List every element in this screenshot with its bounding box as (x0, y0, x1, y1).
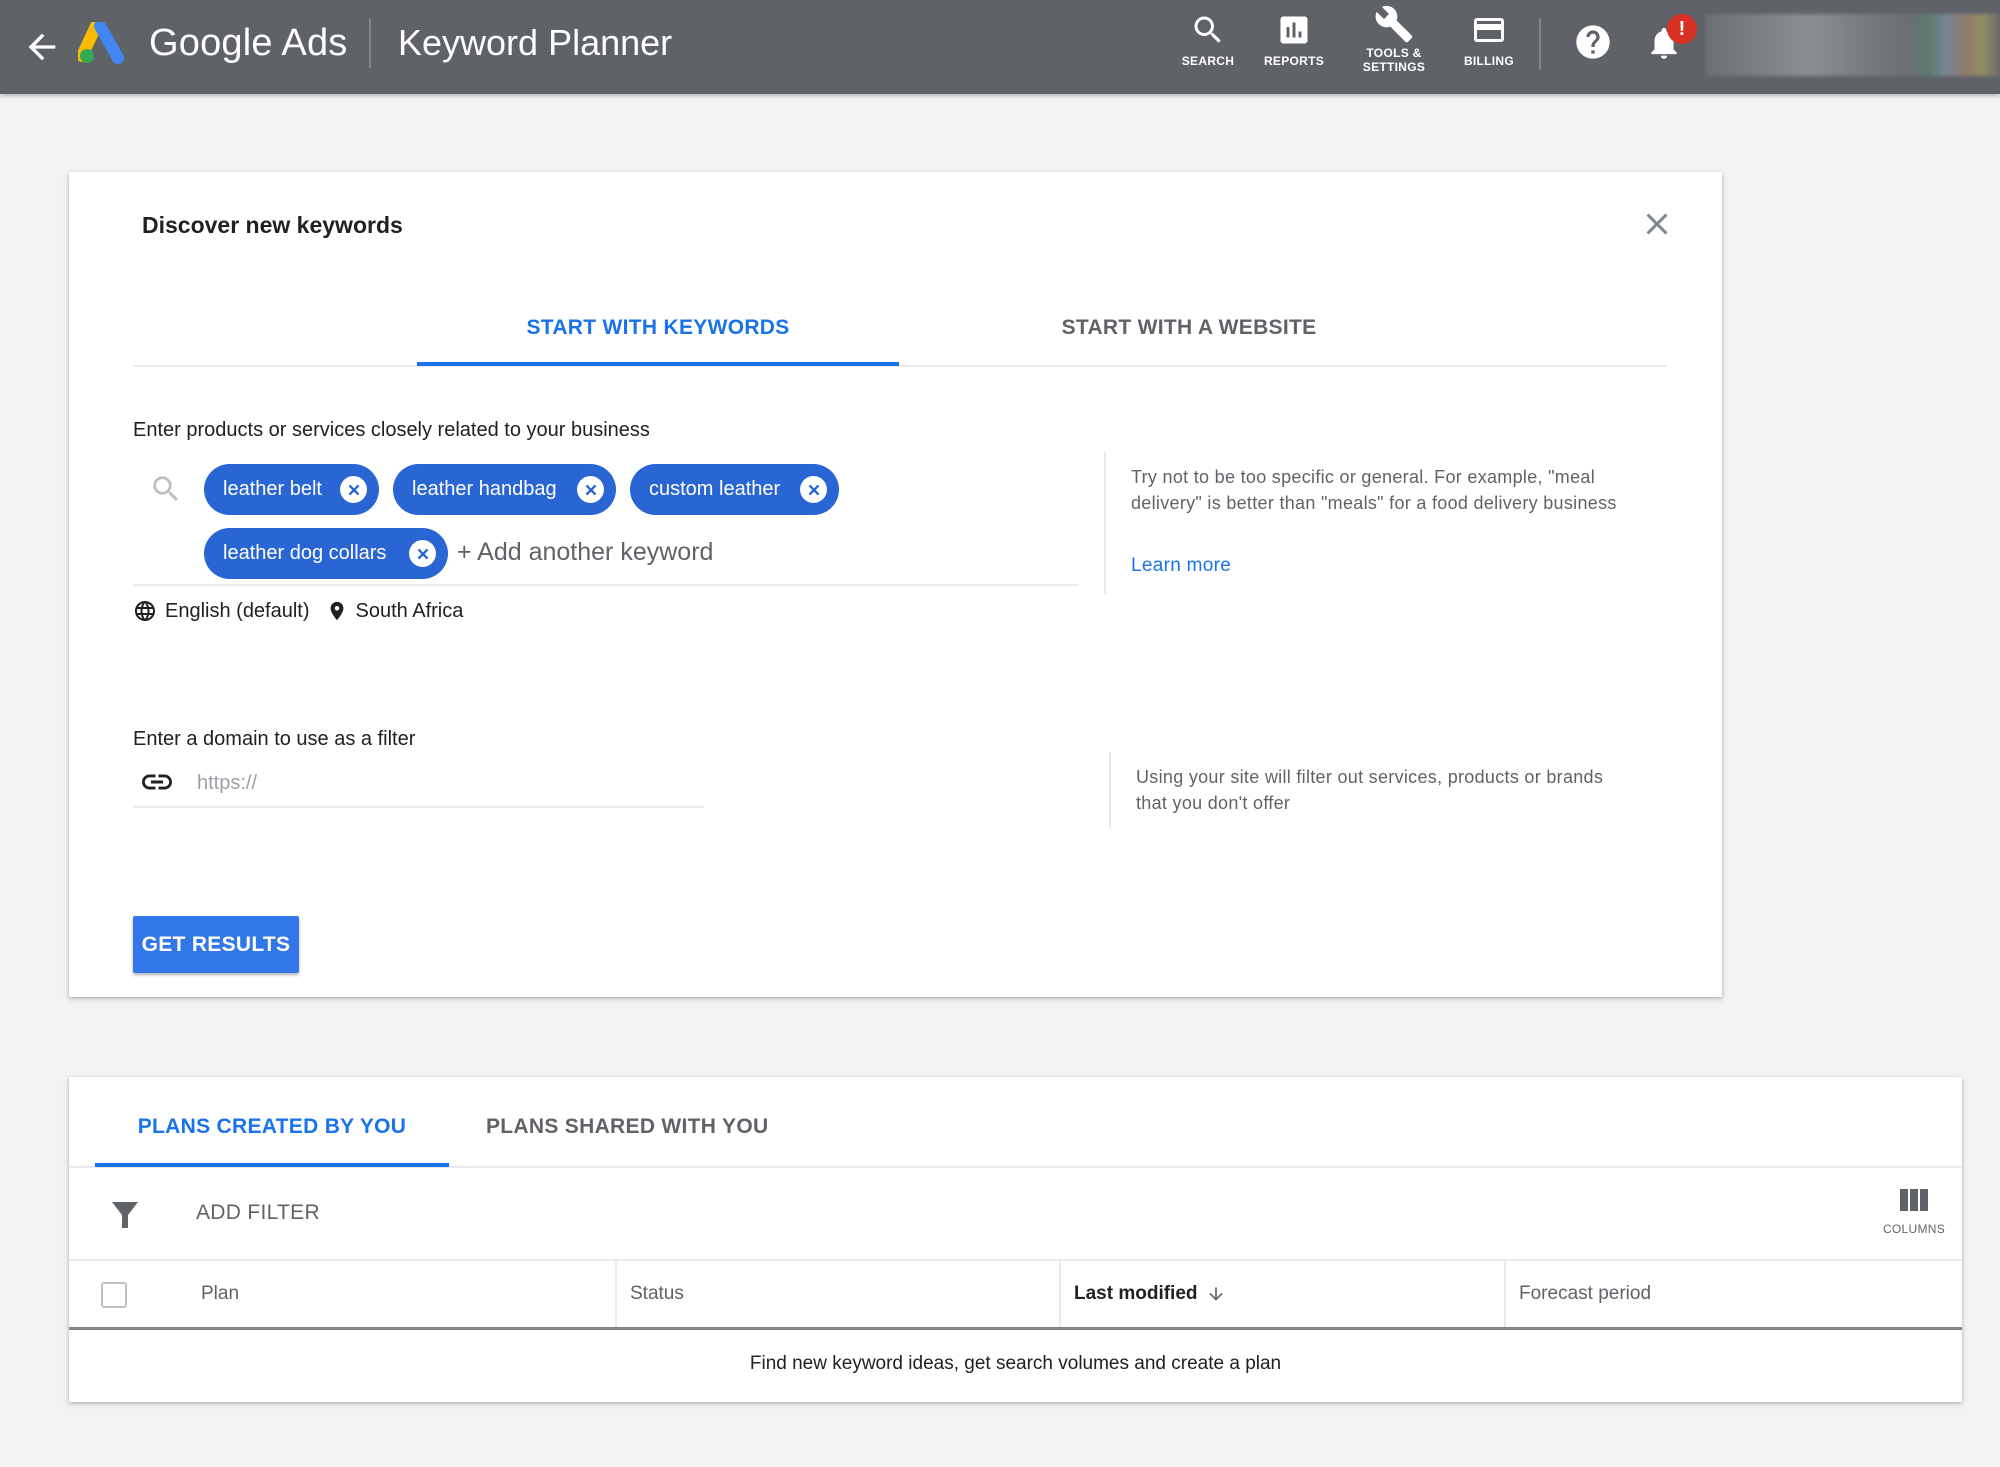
column-header-label: Status (630, 1283, 684, 1304)
nav-search-button[interactable]: SEARCH (1163, 12, 1253, 82)
wrench-icon (1375, 5, 1413, 43)
keyword-input-underline (133, 584, 1079, 586)
notification-badge: ! (1667, 14, 1697, 44)
remove-chip-icon[interactable] (800, 476, 827, 503)
domain-help-text: Using your site will filter out services… (1136, 767, 1604, 813)
select-all-checkbox[interactable] (101, 1282, 127, 1308)
learn-more-link[interactable]: Learn more (1131, 555, 1231, 577)
help-divider (1104, 452, 1106, 594)
plans-card: PLANS CREATED BY YOU PLANS SHARED WITH Y… (69, 1077, 1962, 1402)
column-header-label: Plan (201, 1283, 240, 1304)
tab-plans-shared-with-you[interactable]: PLANS SHARED WITH YOU (469, 1115, 939, 1139)
nav-tools-label-line2: SETTINGS (1362, 60, 1426, 74)
nav-billing-button[interactable]: BILLING (1444, 12, 1534, 82)
table-header-bottom-border (69, 1327, 1962, 1330)
back-arrow-icon[interactable] (22, 27, 62, 67)
account-info-redacted[interactable] (1705, 14, 2000, 76)
reports-icon (1280, 16, 1308, 44)
keyword-chip-label: leather handbag (412, 478, 557, 500)
domain-input-underline (133, 806, 704, 808)
keyword-chip-label: leather belt (223, 478, 322, 500)
columns-label: COLUMNS (1882, 1222, 1946, 1236)
tab-start-with-keywords[interactable]: START WITH KEYWORDS (417, 316, 899, 340)
keywords-label: Enter products or services closely relat… (133, 419, 650, 441)
add-keyword-input[interactable] (457, 538, 1057, 567)
search-icon (149, 472, 183, 506)
keyword-chip[interactable]: custom leather (630, 464, 839, 515)
nav-reports-label: REPORTS (1263, 54, 1325, 68)
columns-button[interactable]: COLUMNS (1881, 1189, 1947, 1249)
targeting-row: English (default) South Africa (133, 599, 479, 623)
nav-tools-settings-button[interactable]: TOOLS & SETTINGS (1349, 4, 1439, 74)
active-tab-indicator (417, 362, 899, 366)
filter-funnel-icon[interactable] (111, 1200, 139, 1230)
column-header-label: Last modified (1074, 1283, 1198, 1304)
search-icon (1194, 16, 1221, 43)
keyword-chip[interactable]: leather belt (204, 464, 379, 515)
header-divider (369, 18, 371, 68)
tab-start-with-website[interactable]: START WITH A WEBSITE (969, 316, 1409, 340)
top-app-bar: Google Ads Keyword Planner SEARCH REPORT… (0, 0, 2000, 94)
credit-card-icon (1474, 18, 1504, 42)
card-title: Discover new keywords (142, 212, 403, 238)
domain-filter-label: Enter a domain to use as a filter (133, 728, 416, 750)
add-filter-button[interactable]: ADD FILTER (196, 1201, 320, 1225)
globe-icon (135, 601, 155, 621)
empty-state-message: Find new keyword ideas, get search volum… (749, 1353, 1282, 1374)
column-header-forecast-period[interactable]: Forecast period (1504, 1261, 1962, 1327)
columns-icon (1900, 1189, 1928, 1211)
header-divider-right (1539, 18, 1541, 70)
page-title: Keyword Planner (398, 22, 673, 63)
keyword-chip-label: custom leather (649, 478, 781, 500)
keyword-chip[interactable]: leather dog collars (204, 528, 448, 579)
location-pin-icon (330, 601, 343, 621)
get-results-button[interactable]: GET RESULTS (133, 916, 299, 973)
column-header-label: Forecast period (1519, 1283, 1652, 1304)
column-header-last-modified[interactable]: Last modified (1059, 1261, 1504, 1327)
help-divider (1109, 752, 1111, 828)
column-header-status[interactable]: Status (615, 1261, 1059, 1327)
discover-keywords-card: Discover new keywords START WITH KEYWORD… (69, 172, 1722, 997)
close-icon[interactable] (1639, 206, 1675, 242)
language-selector[interactable]: English (default) (133, 599, 310, 623)
location-label: South Africa (355, 599, 464, 622)
tabs-divider (133, 365, 1666, 367)
nav-tools-label-line1: TOOLS & (1366, 46, 1422, 60)
active-tab-indicator (95, 1163, 449, 1167)
keywords-help-text: Try not to be too specific or general. F… (1131, 467, 1617, 513)
language-label: English (default) (165, 599, 310, 622)
google-ads-logo-icon (76, 20, 128, 64)
nav-reports-button[interactable]: REPORTS (1249, 12, 1339, 82)
keyword-chip[interactable]: leather handbag (393, 464, 616, 515)
nav-search-label: SEARCH (1181, 54, 1235, 68)
remove-chip-icon[interactable] (577, 476, 604, 503)
link-icon (139, 770, 175, 794)
remove-chip-icon[interactable] (409, 540, 436, 567)
nav-billing-label: BILLING (1463, 54, 1515, 68)
remove-chip-icon[interactable] (340, 476, 367, 503)
brand-name: Google Ads (149, 22, 348, 64)
column-header-plan[interactable]: Plan (201, 1261, 615, 1327)
domain-input[interactable] (197, 768, 697, 798)
nav-tools-label: TOOLS & SETTINGS (1349, 46, 1439, 74)
keyword-chip-label: leather dog collars (223, 542, 387, 564)
sort-descending-arrow-icon (1208, 1287, 1223, 1301)
tab-plans-created-by-you[interactable]: PLANS CREATED BY YOU (95, 1115, 449, 1139)
location-selector[interactable]: South Africa (326, 599, 464, 623)
help-icon[interactable] (1573, 22, 1613, 67)
